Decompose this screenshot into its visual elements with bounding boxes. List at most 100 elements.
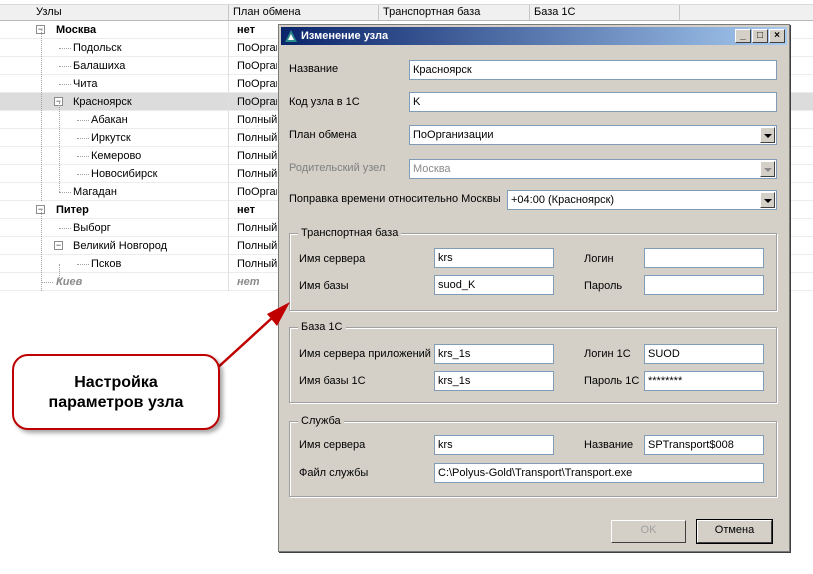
app-server-field[interactable]: krs_1s (434, 344, 554, 364)
app-logo-icon (285, 30, 297, 42)
tree-cell-node: Магадан (0, 183, 229, 201)
tree-node-label: Красноярск (73, 96, 132, 108)
service-group-title: Служба (298, 415, 344, 427)
callout-box: Настройка параметров узла (12, 354, 220, 430)
chevron-down-icon[interactable] (760, 127, 775, 143)
tree-node-label: Выборг (73, 222, 111, 234)
tz-label: Поправка времени относительно Москвы (289, 193, 501, 205)
close-button[interactable]: × (769, 29, 785, 43)
tree-guide-line (59, 102, 60, 192)
callout-line-1: Настройка (74, 374, 158, 391)
chevron-down-icon (760, 161, 775, 177)
service-file-label: Файл службы (299, 467, 369, 479)
ok-button[interactable]: OK (611, 520, 686, 543)
column-header-nodes[interactable]: Узлы (0, 5, 229, 21)
tree-cell-plan: нет (237, 24, 256, 36)
transport-server-field[interactable]: krs (434, 248, 554, 268)
minimize-button[interactable]: _ (735, 29, 751, 43)
tree-cell-node: Подольск (0, 39, 229, 57)
tree-guide-line (41, 210, 42, 291)
tree-cell-plan: ПоОргани (237, 78, 277, 90)
db1c-field[interactable]: krs_1s (434, 371, 554, 391)
tree-cell-plan: Полный (237, 168, 277, 180)
tree-connector (77, 264, 89, 265)
tree-connector (59, 228, 71, 229)
callout-line-2: параметров узла (48, 394, 184, 411)
tree-connector (59, 66, 71, 67)
service-group: Служба Имя сервера krs Название SPTransp… (289, 415, 777, 497)
tree-cell-node: − Питер (0, 201, 229, 219)
tree-node-label: Москва (56, 24, 97, 36)
transport-server-label: Имя сервера (299, 253, 366, 265)
password1c-label: Пароль 1С (584, 375, 640, 387)
service-server-label: Имя сервера (299, 439, 366, 451)
service-name-field[interactable]: SPTransport$008 (644, 435, 764, 455)
transport-group-title: Транспортная база (298, 227, 402, 239)
tree-cell-node: Кемерово (0, 147, 229, 165)
tree-cell-plan: ПоОргани (237, 186, 277, 198)
transport-group: Транспортная база Имя сервера krs Логин … (289, 227, 777, 311)
column-header-transport[interactable]: Транспортная база (379, 5, 530, 21)
code-field[interactable]: K (409, 92, 777, 112)
tree-node-label: Питер (56, 204, 89, 216)
app-server-label: Имя сервера приложений (299, 348, 431, 360)
tree-cell-node: Выборг (0, 219, 229, 237)
tree-connector (77, 174, 89, 175)
tree-node-label: Магадан (73, 186, 117, 198)
tree-node-label: Чита (73, 78, 98, 90)
dialog-titlebar[interactable]: Изменение узла _ □ × (281, 27, 787, 45)
transport-login-label: Логин (584, 253, 614, 265)
transport-password-field[interactable] (644, 275, 764, 295)
name-field[interactable]: Красноярск (409, 60, 777, 80)
tree-cell-node: Иркутск (0, 129, 229, 147)
tree-cell-node: Новосибирск (0, 165, 229, 183)
tree-cell-node: Балашиха (0, 57, 229, 75)
dialog-title: Изменение узла (301, 30, 389, 42)
tree-cell-plan: Полный (237, 258, 277, 270)
tree-connector (59, 192, 71, 193)
tz-select-value: +04:00 (Красноярск) (511, 194, 615, 206)
collapse-toggle-icon[interactable]: − (54, 241, 63, 250)
service-file-field[interactable]: C:\Polyus-Gold\Transport\Transport.exe (434, 463, 764, 483)
service-server-field[interactable]: krs (434, 435, 554, 455)
tree-cell-plan: ПоОргани (237, 96, 277, 108)
tree-guide-line (59, 264, 60, 282)
tree-connector (59, 48, 71, 49)
code-label: Код узла в 1С (289, 96, 360, 108)
tree-cell-node: Псков (0, 255, 229, 273)
plan-select-value: ПоОрганизации (413, 129, 494, 141)
tree-node-label: Балашиха (73, 60, 126, 72)
tree-connector (77, 138, 89, 139)
tz-select[interactable]: +04:00 (Красноярск) (507, 190, 777, 210)
transport-login-field[interactable] (644, 248, 764, 268)
grid-header: Узлы План обмена Транспортная база База … (0, 4, 813, 21)
tree-connector (41, 282, 53, 283)
tree-node-label: Кемерово (91, 150, 142, 162)
tree-connector (59, 84, 71, 85)
tree-node-label: Новосибирск (91, 168, 158, 180)
parent-label: Родительский узел (289, 162, 386, 174)
tree-cell-plan: нет (237, 204, 256, 216)
tree-connector (77, 120, 89, 121)
plan-select[interactable]: ПоОрганизации (409, 125, 777, 145)
column-header-plan[interactable]: План обмена (229, 5, 379, 21)
tree-node-label: Иркутск (91, 132, 131, 144)
transport-db-field[interactable]: suod_K (434, 275, 554, 295)
tree-cell-plan: Полный (237, 222, 277, 234)
tree-cell-node: − Красноярск (0, 93, 229, 111)
tree-node-label: Псков (91, 258, 122, 270)
column-header-base1c[interactable]: База 1С (530, 5, 680, 21)
service-name-label: Название (584, 439, 634, 451)
cancel-button[interactable]: Отмена (696, 519, 773, 544)
tree-node-label: Абакан (91, 114, 128, 126)
tree-cell-plan: Полный (237, 114, 277, 126)
login1c-field[interactable]: SUOD (644, 344, 764, 364)
login1c-label: Логин 1С (584, 348, 631, 360)
plan-label: План обмена (289, 129, 357, 141)
edit-node-dialog: Изменение узла _ □ × Название Красноярск… (278, 24, 790, 552)
tree-cell-plan: Полный (237, 132, 277, 144)
maximize-button[interactable]: □ (752, 29, 768, 43)
password1c-field[interactable]: ******** (644, 371, 764, 391)
tree-cell-plan: ПоОргани (237, 42, 277, 54)
chevron-down-icon[interactable] (760, 192, 775, 208)
